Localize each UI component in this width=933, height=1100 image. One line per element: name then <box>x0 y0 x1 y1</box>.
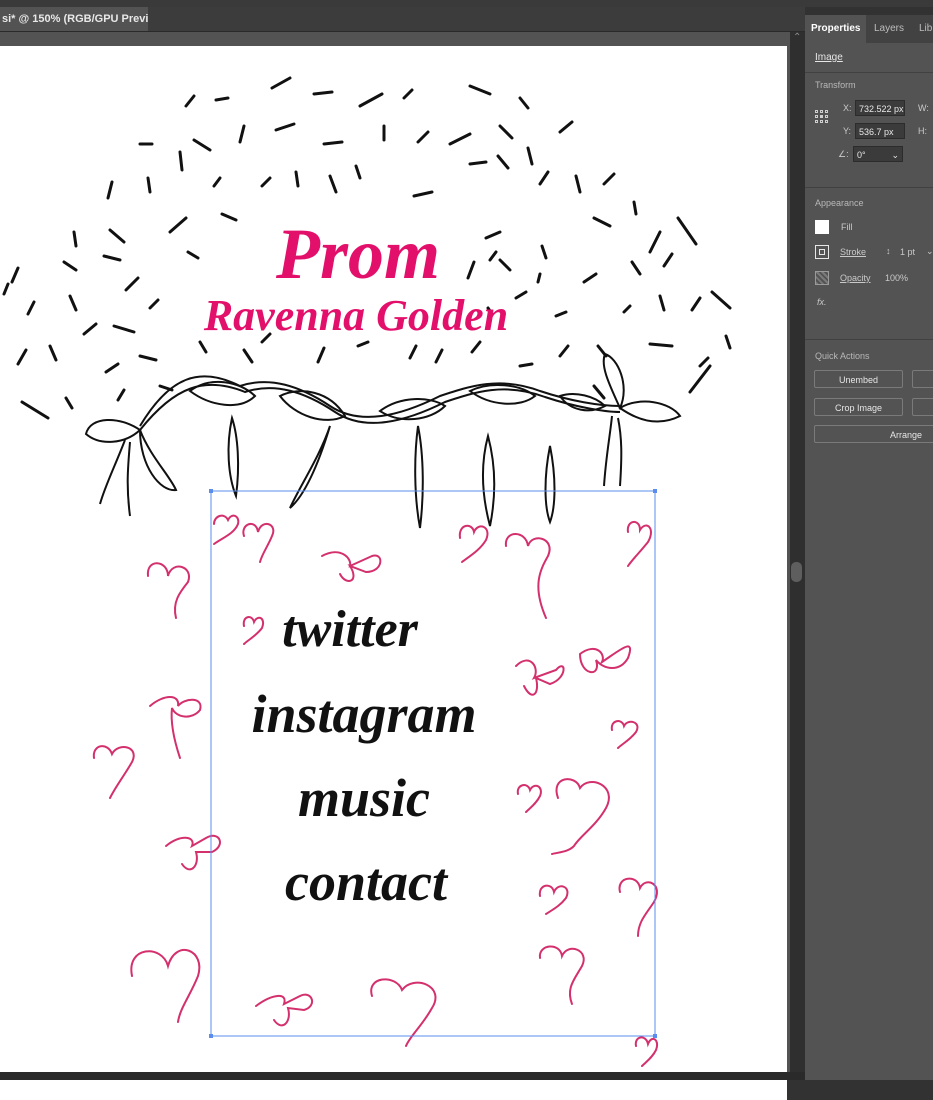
selection-handle[interactable] <box>209 489 213 493</box>
top-strip <box>0 0 933 7</box>
stroke-label[interactable]: Stroke <box>840 247 866 257</box>
chevron-down-icon[interactable]: ⌄ <box>926 246 933 257</box>
embed-adjacent-button[interactable] <box>912 370 933 388</box>
divider <box>805 72 933 73</box>
crop-image-button[interactable]: Crop Image <box>814 398 903 416</box>
chevron-down-icon[interactable]: ⌄ <box>891 147 899 161</box>
x-label: X: <box>843 103 852 113</box>
vertical-scrollbar[interactable]: ⌃ <box>790 32 805 1072</box>
reference-point-icon[interactable] <box>815 110 829 124</box>
panel-tab-bar: Properties Layers Libraries <box>805 15 933 43</box>
fill-swatch[interactable] <box>815 220 829 234</box>
divider <box>805 339 933 340</box>
selection-bounding-box[interactable] <box>209 489 657 1038</box>
fill-label: Fill <box>841 222 853 232</box>
artwork-link-music: music <box>298 768 430 828</box>
opacity-label[interactable]: Opacity <box>840 273 871 283</box>
fx-icon[interactable]: fx. <box>817 297 827 307</box>
quick-actions-section-title: Quick Actions <box>815 351 870 361</box>
appearance-section-title: Appearance <box>815 198 864 208</box>
artwork-title: Prom <box>275 214 440 294</box>
artwork-link-twitter: twitter <box>282 601 419 658</box>
chevron-up-icon[interactable]: ⌃ <box>793 32 801 43</box>
canvas-area[interactable]: Prom Ravenna Golden twitter instagram mu… <box>0 32 790 1100</box>
tab-layers[interactable]: Layers <box>874 15 904 43</box>
artwork-canvas: Prom Ravenna Golden twitter instagram mu… <box>2 76 732 1067</box>
horizontal-scrollbar[interactable] <box>0 1072 805 1080</box>
opacity-swatch[interactable] <box>815 271 829 285</box>
properties-panel: Properties Layers Libraries Image Transf… <box>805 15 933 1080</box>
artwork-link-instagram: instagram <box>251 684 476 744</box>
object-type-label[interactable]: Image <box>815 52 843 63</box>
bow-garland <box>84 352 682 529</box>
rotation-field[interactable]: 0° ⌄ <box>853 146 903 162</box>
transform-section-title: Transform <box>815 80 856 90</box>
h-label: H: <box>918 126 927 136</box>
stepper-icon[interactable]: ↕ <box>886 246 891 256</box>
scrollbar-thumb[interactable] <box>791 562 802 582</box>
tab-properties[interactable]: Properties <box>805 15 867 43</box>
artboard[interactable]: Prom Ravenna Golden twitter instagram mu… <box>0 46 787 1100</box>
arrange-button[interactable]: Arrange <box>814 425 933 443</box>
unembed-button[interactable]: Unembed <box>814 370 903 388</box>
selection-handle[interactable] <box>653 1034 657 1038</box>
artwork-subtitle: Ravenna Golden <box>203 291 508 340</box>
opacity-value[interactable]: 100% <box>885 273 908 283</box>
image-trace-button[interactable] <box>912 398 933 416</box>
x-position-field[interactable]: 732.522 px <box>855 100 905 116</box>
rotation-value: 0° <box>857 150 866 160</box>
tab-libraries[interactable]: Libraries <box>919 15 933 43</box>
selection-handle[interactable] <box>209 1034 213 1038</box>
stroke-weight-value[interactable]: 1 pt <box>900 247 915 257</box>
document-tab-bar: si* @ 150% (RGB/GPU Preview) <box>0 7 805 32</box>
rotate-icon: ∠: <box>838 149 849 159</box>
artwork-link-contact: contact <box>285 852 449 912</box>
document-tab[interactable]: si* @ 150% (RGB/GPU Preview) <box>0 7 148 31</box>
y-position-field[interactable]: 536.7 px <box>855 123 905 139</box>
selection-handle[interactable] <box>653 489 657 493</box>
y-label: Y: <box>843 126 852 136</box>
w-label: W: <box>918 103 929 113</box>
divider <box>805 187 933 188</box>
stroke-swatch[interactable] <box>815 245 829 259</box>
